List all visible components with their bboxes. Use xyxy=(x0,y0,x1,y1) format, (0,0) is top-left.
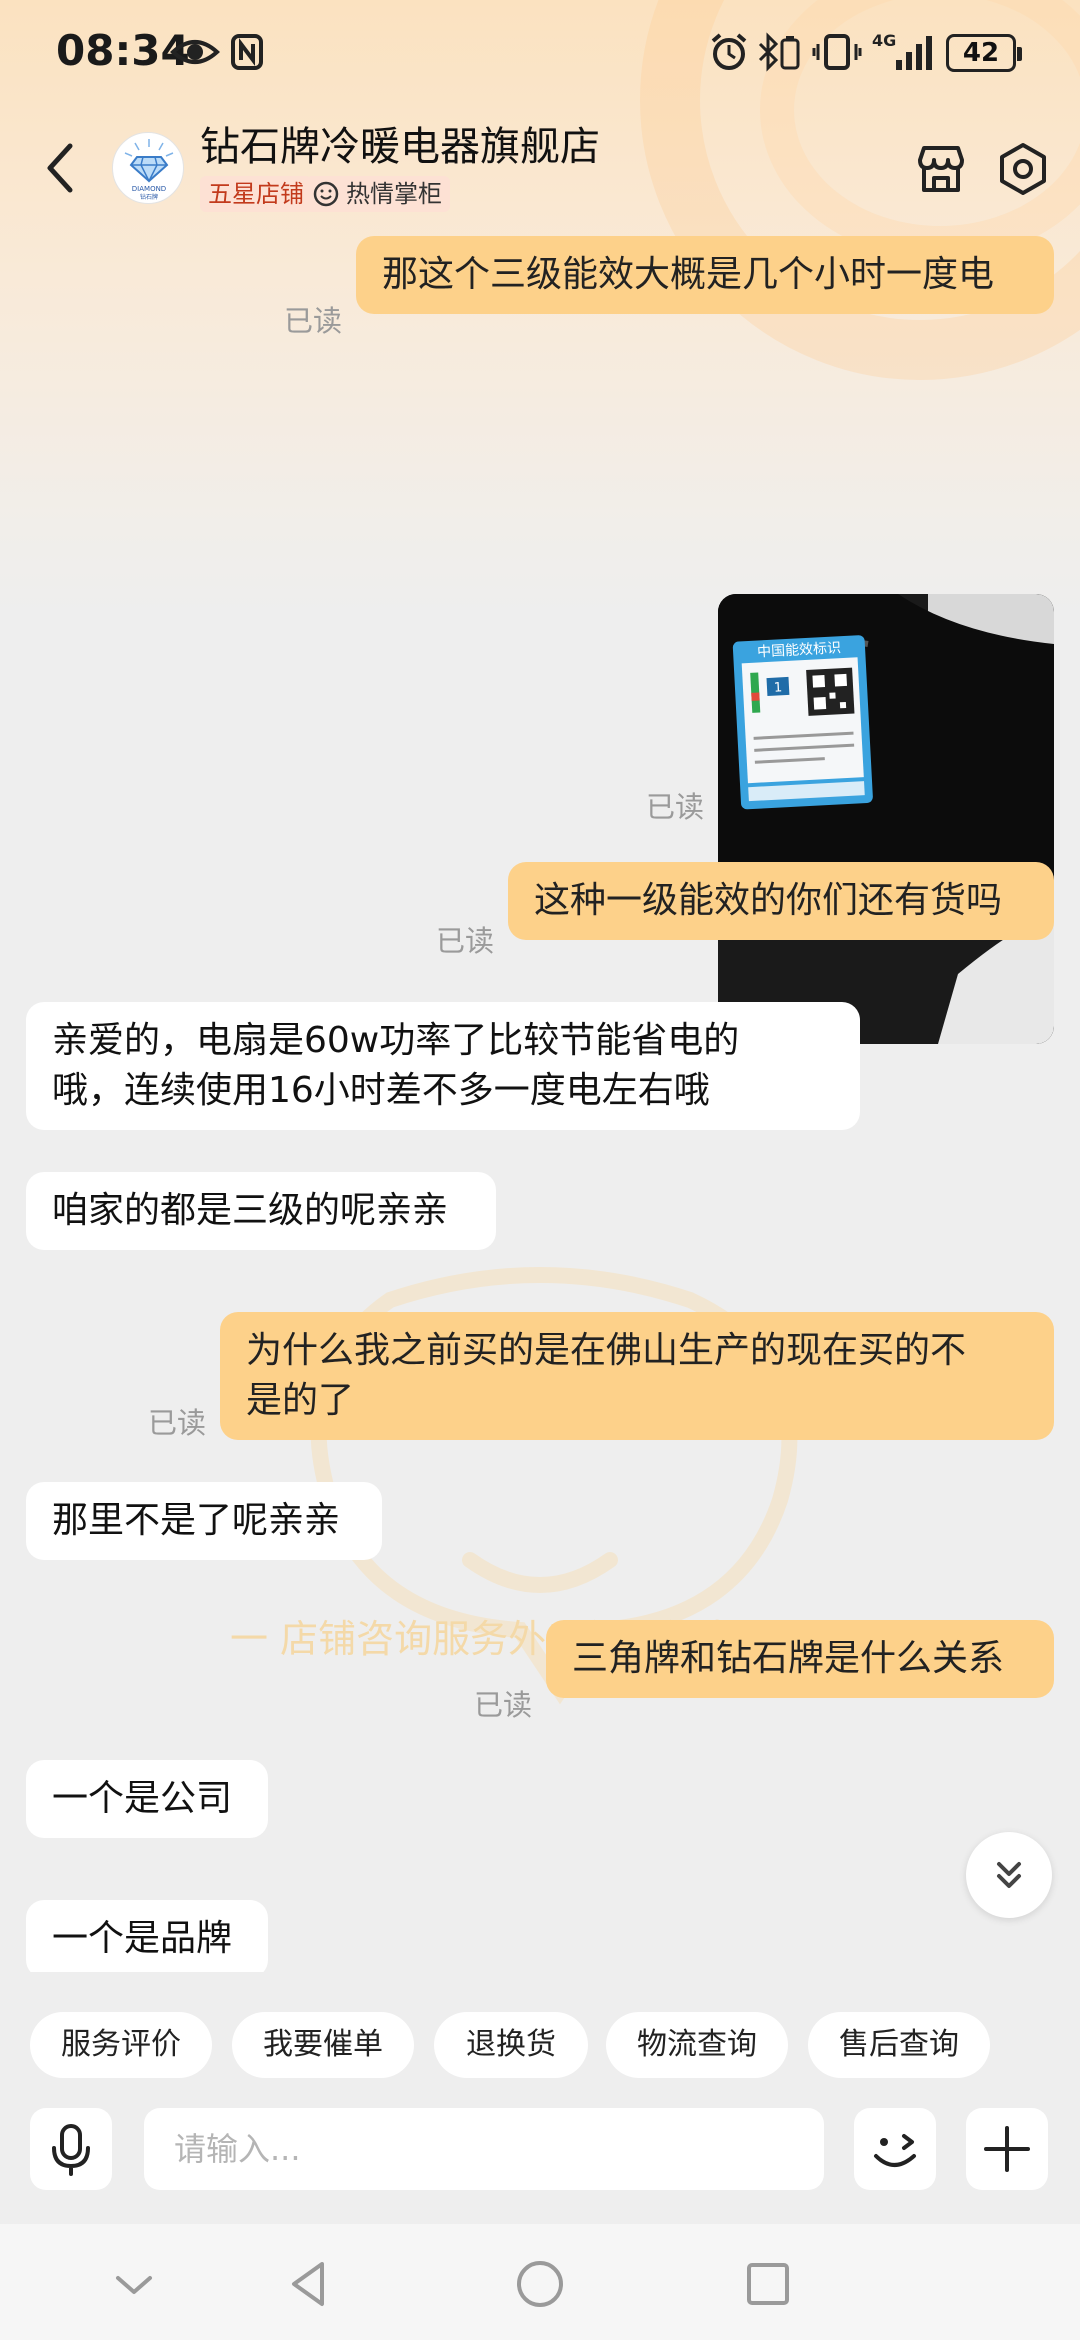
emoji-button[interactable] xyxy=(854,2108,936,2190)
their-message-bubble[interactable]: 咱家的都是三级的呢亲亲 xyxy=(26,1172,496,1250)
quick-action-after-sales[interactable]: 售后查询 xyxy=(808,2012,990,2078)
read-receipt: 已读 xyxy=(436,924,495,958)
microphone-icon xyxy=(52,2124,90,2176)
quick-action-return-exchange[interactable]: 退换货 xyxy=(434,2012,588,2078)
store-icon[interactable] xyxy=(912,140,970,198)
their-message-bubble[interactable]: 亲爱的，电扇是60w功率了比较节能省电的 哦，连续使用16小时差不多一度电左右哦 xyxy=(26,1002,860,1130)
battery-indicator: 42 xyxy=(946,34,1022,72)
host-badge: 热情掌柜 xyxy=(306,176,450,212)
svg-text:1: 1 xyxy=(774,680,783,695)
eye-icon xyxy=(170,40,220,64)
quick-action-urge-order[interactable]: 我要催单 xyxy=(232,2012,414,2078)
message-line: 是的了 xyxy=(246,1380,355,1421)
message-composer xyxy=(0,2108,1080,2194)
nav-recents-icon[interactable] xyxy=(738,2254,798,2314)
read-receipt: 已读 xyxy=(646,790,705,824)
read-receipt: 已读 xyxy=(474,1688,533,1722)
svg-text:钻石牌: 钻石牌 xyxy=(140,193,158,201)
read-receipt: 已读 xyxy=(148,1406,207,1440)
voice-input-button[interactable] xyxy=(30,2108,112,2190)
status-bar: 08:34 4G 42 xyxy=(0,0,1080,110)
bluetooth-icon xyxy=(758,32,800,72)
my-message-bubble[interactable]: 三角牌和钻石牌是什么关系 xyxy=(546,1620,1054,1698)
system-navigation-bar xyxy=(0,2224,1080,2340)
quick-action-logistics[interactable]: 物流查询 xyxy=(606,2012,788,2078)
read-receipt: 已读 xyxy=(284,304,343,338)
my-message-bubble[interactable]: 为什么我之前买的是在佛山生产的现在买的不 是的了 xyxy=(220,1312,1054,1440)
their-message-bubble[interactable]: 一个是品牌 xyxy=(26,1900,268,1972)
shop-avatar[interactable]: DIAMOND 钻石牌 xyxy=(112,132,184,204)
shop-name[interactable]: 钻石牌冷暖电器旗舰店 xyxy=(200,114,600,172)
message-input[interactable] xyxy=(144,2108,824,2190)
their-message-bubble[interactable]: 那里不是了呢亲亲 xyxy=(26,1482,382,1560)
collapse-chevron-icon[interactable] xyxy=(104,2254,164,2314)
back-button[interactable] xyxy=(36,138,86,198)
host-badge-label: 热情掌柜 xyxy=(346,180,442,208)
svg-text:DIAMOND: DIAMOND xyxy=(132,185,166,193)
diamond-logo-icon: DIAMOND 钻石牌 xyxy=(124,139,174,201)
their-message-bubble[interactable]: 一个是公司 xyxy=(26,1760,268,1838)
chat-header: DIAMOND 钻石牌 钻石牌冷暖电器旗舰店 五星店铺 热情掌柜 xyxy=(0,110,1080,220)
scroll-to-bottom-button[interactable] xyxy=(966,1832,1052,1918)
message-line: 哦，连续使用16小时差不多一度电左右哦 xyxy=(52,1070,710,1111)
quick-action-service-review[interactable]: 服务评价 xyxy=(30,2012,212,2078)
message-line: 为什么我之前买的是在佛山生产的现在买的不 xyxy=(246,1330,967,1371)
energy-label-photo: 中国能效标识 1 xyxy=(718,594,1054,1044)
nav-home-icon[interactable] xyxy=(510,2254,570,2314)
chat-message-list[interactable]: 一 店铺咨询服务外卖行业领先 已读 那这个三级能效大概是几个小时一度电 已读 中… xyxy=(0,220,1080,1972)
vibrate-icon xyxy=(812,34,862,70)
smile-face-icon xyxy=(313,181,339,207)
nfc-icon xyxy=(231,34,263,70)
nav-back-icon[interactable] xyxy=(280,2254,340,2314)
wink-emoji-icon xyxy=(874,2134,916,2167)
message-line: 亲爱的，电扇是60w功率了比较节能省电的 xyxy=(52,1020,740,1061)
shop-rank-badge: 五星店铺 xyxy=(200,176,312,212)
double-chevron-down-icon xyxy=(997,1862,1021,1888)
signal-icon xyxy=(896,36,932,70)
my-message-bubble[interactable]: 那这个三级能效大概是几个小时一度电 xyxy=(356,236,1054,314)
alarm-icon xyxy=(711,33,747,70)
quick-action-bar: 服务评价 我要催单 退换货 物流查询 售后查询 xyxy=(0,2012,1080,2078)
plus-icon xyxy=(984,2126,1030,2172)
settings-hexagon-icon[interactable] xyxy=(994,140,1052,198)
image-message[interactable]: 中国能效标识 1 xyxy=(718,594,1054,1044)
my-message-bubble[interactable]: 这种一级能效的你们还有货吗 xyxy=(508,862,1054,940)
more-options-button[interactable] xyxy=(966,2108,1048,2190)
